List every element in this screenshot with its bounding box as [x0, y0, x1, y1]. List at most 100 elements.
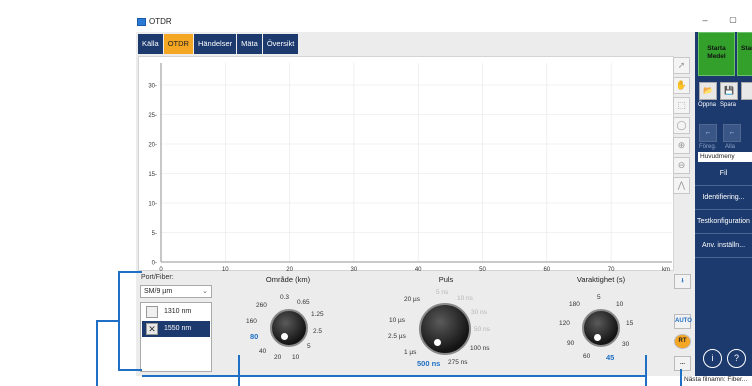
pulse-tick: 10 µs — [389, 317, 406, 324]
duration-selected-value: 45 — [606, 353, 615, 362]
zoom-area-icon[interactable]: ⬚ — [673, 97, 690, 114]
fit-icon[interactable]: ⋀ — [673, 177, 690, 194]
info-icon[interactable]: i — [703, 349, 722, 368]
pulse-tick: 100 ns — [470, 345, 490, 352]
chevron-down-icon: ⌄ — [202, 288, 208, 295]
save-icon[interactable]: 💾 — [720, 82, 738, 100]
otdr-app-icon — [137, 18, 146, 26]
trace-graph-svg: 30- 25- 20- 15- 10- 5- 0- 0 10 20 30 40 50 60 70 km — [148, 63, 672, 272]
range-tick: 0.3 — [280, 294, 290, 301]
range-knob[interactable] — [270, 309, 308, 347]
realtime-button[interactable]: RT — [674, 334, 691, 349]
zoom-reset-icon[interactable]: ◯ — [673, 117, 690, 134]
open-folder-icon[interactable]: 📂 — [699, 82, 717, 100]
cursor-icon[interactable]: ➚ — [673, 57, 690, 74]
wavelength-item-1550[interactable]: ✕ 1550 nm — [142, 321, 210, 337]
menu-item-test-config[interactable]: Testkonfiguration — [695, 210, 752, 234]
export-icon[interactable]: ⭳ — [674, 274, 691, 289]
maximize-button[interactable]: ▢ — [726, 15, 740, 29]
wavelength-list: 1310 nm ✕ 1550 nm — [140, 302, 212, 372]
zoom-out-icon[interactable]: ⊖ — [673, 157, 690, 174]
duration-tick: 90 — [567, 340, 575, 347]
knob-indicator — [281, 333, 288, 340]
next-tool-icon[interactable] — [741, 82, 752, 100]
duration-tick: 120 — [559, 320, 570, 327]
start-realtime-button[interactable]: Starta RT — [737, 32, 752, 76]
checkbox-checked[interactable]: ✕ — [146, 323, 158, 335]
range-tick: 5 — [307, 343, 311, 350]
all-traces-icon[interactable]: ⌐ — [723, 124, 741, 142]
start-average-button[interactable]: Starta Medel — [698, 32, 735, 76]
knob-indicator — [434, 339, 441, 346]
help-icon[interactable]: ? — [727, 349, 746, 368]
pulse-tick: 10 ns — [457, 295, 473, 302]
more-button[interactable]: ... — [674, 356, 691, 371]
duration-knob[interactable] — [582, 309, 620, 347]
range-tick: 10 — [292, 354, 300, 361]
pulse-tick: 50 ns — [474, 326, 490, 333]
pulse-selected-value: 500 ns — [417, 359, 441, 368]
duration-title: Varaktighet (s) — [576, 275, 626, 284]
knob-indicator — [594, 334, 601, 341]
y-tick-label: 30- — [148, 84, 157, 90]
pulse-title: Puls — [438, 275, 454, 284]
range-tick: 160 — [246, 318, 257, 325]
menu-item-identification[interactable]: Identifiering... — [695, 186, 752, 210]
callout-line — [142, 375, 647, 377]
x-tick-label: 20 — [286, 267, 293, 272]
tab-kalla[interactable]: Källa — [138, 34, 163, 54]
callout-line — [118, 369, 142, 371]
x-tick-label: 10 — [222, 267, 229, 272]
zoom-in-icon[interactable]: ⊕ — [673, 137, 690, 154]
previous-trace-icon[interactable]: ⌐ — [699, 124, 717, 142]
pulse-tick: 2.5 µs — [388, 333, 406, 340]
menu-item-file[interactable]: Fil — [695, 162, 752, 186]
callout-line — [238, 355, 240, 386]
minimize-button[interactable]: – — [698, 15, 712, 29]
range-tick: 20 — [274, 354, 282, 361]
x-unit-label: km — [662, 267, 670, 272]
x-tick-label: 50 — [479, 267, 486, 272]
range-tick: 1.25 — [311, 311, 324, 318]
range-selected-value: 80 — [250, 332, 259, 341]
previous-label: Föreg. — [699, 144, 717, 150]
pulse-tick: 30 ns — [471, 309, 487, 316]
y-tick-label: 10- — [148, 202, 157, 208]
checkbox-unchecked[interactable] — [146, 306, 158, 318]
pulse-knob[interactable] — [419, 303, 471, 355]
x-tick-label: 30 — [351, 267, 358, 272]
tab-handelser[interactable]: Händelser — [193, 34, 237, 54]
x-tick-label: 70 — [608, 267, 615, 272]
duration-tick: 60 — [583, 353, 591, 360]
pulse-tick: 20 µs — [404, 296, 421, 303]
save-label: Spara — [720, 102, 737, 108]
x-tick-label: 60 — [543, 267, 550, 272]
trace-graph[interactable]: 30- 25- 20- 15- 10- 5- 0- 0 10 20 30 40 50 60 70 km — [138, 56, 674, 272]
main-area: Källa OTDR Händelser Mäta Översikt 30- 25… — [136, 32, 695, 376]
duration-tick: 5 — [597, 294, 601, 301]
y-tick-label: 20- — [148, 143, 157, 149]
callout-line — [118, 271, 142, 273]
wavelength-item-1310[interactable]: 1310 nm — [142, 304, 210, 320]
tab-otdr[interactable]: OTDR — [163, 34, 193, 54]
callout-line — [96, 320, 120, 322]
range-tick: 40 — [259, 348, 267, 355]
tab-oversikt[interactable]: Översikt — [262, 34, 299, 54]
x-tick-label: 40 — [415, 267, 422, 272]
hand-icon[interactable]: ✋ — [673, 77, 690, 94]
auto-button[interactable]: AUTO — [674, 314, 692, 329]
y-tick-label: 25- — [148, 113, 157, 119]
y-tick-label: 5- — [152, 231, 157, 237]
port-fiber-select[interactable]: SM/9 µm ⌄ — [140, 285, 212, 298]
tab-mata[interactable]: Mäta — [237, 34, 262, 54]
port-fiber-value: SM/9 µm — [144, 288, 173, 295]
callout-line — [96, 320, 98, 386]
menu-item-user-settings[interactable]: Anv. inställn... — [695, 234, 752, 258]
x-tick-label: 0 — [159, 267, 163, 272]
wavelength-label: 1550 nm — [164, 325, 192, 332]
range-tick: 0.65 — [297, 299, 310, 306]
callout-line — [680, 369, 682, 386]
all-label: Alla — [725, 144, 736, 150]
main-menu-title: Huvudmeny — [698, 152, 752, 162]
wavelength-label: 1310 nm — [164, 308, 192, 315]
